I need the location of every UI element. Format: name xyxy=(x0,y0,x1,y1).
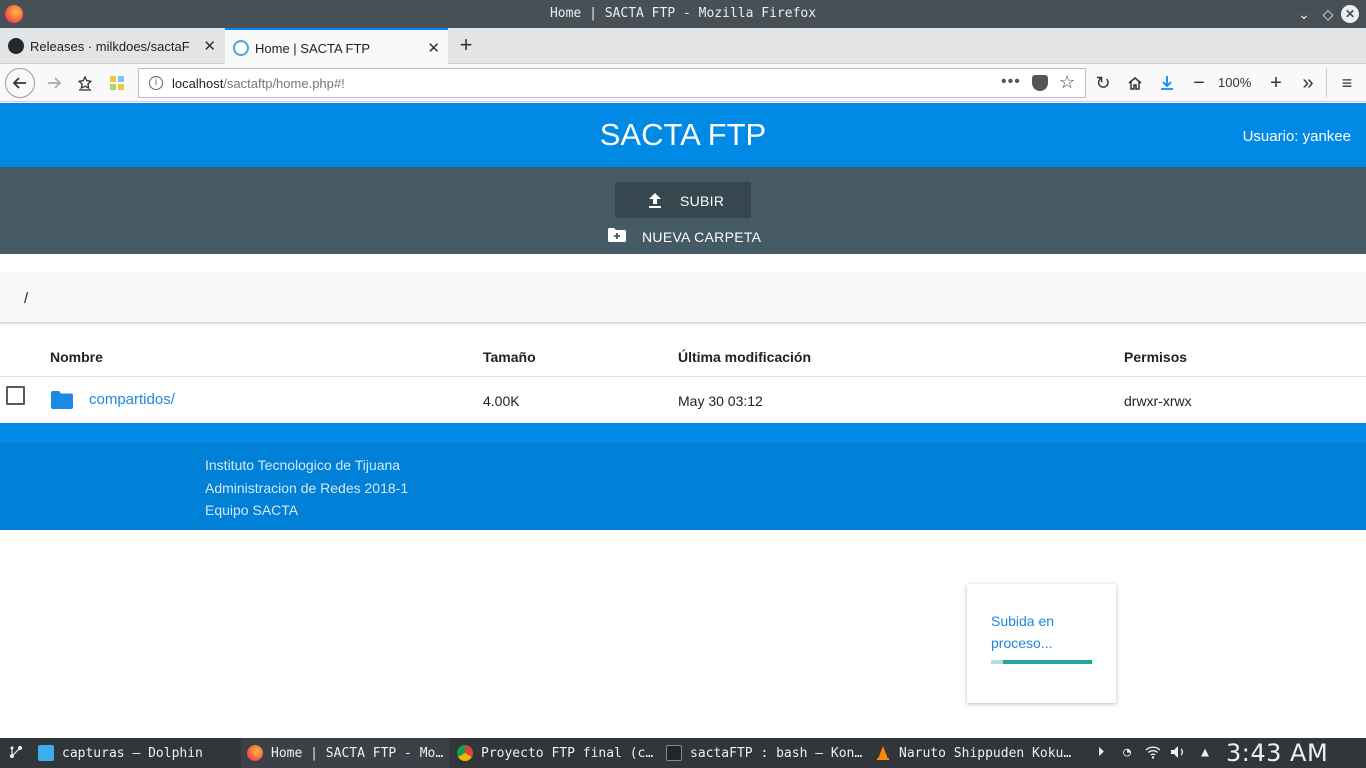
footer-line: Instituto Tecnologico de Tijuana xyxy=(205,457,401,473)
toolbar-divider xyxy=(1326,68,1327,98)
upload-icon xyxy=(649,193,661,208)
tab-home[interactable]: Home | SACTA FTP ✕ xyxy=(225,28,448,64)
cell-permissions: drwxr-xrwx xyxy=(1124,393,1192,409)
cell-size: 4.00K xyxy=(483,393,520,409)
wifi-icon[interactable] xyxy=(1145,745,1161,761)
new-tab-icon[interactable]: + xyxy=(452,31,480,59)
window-titlebar: Home | SACTA FTP - Mozilla Firefox ⌄ ◇ ✕ xyxy=(0,0,1366,28)
table-divider xyxy=(0,376,1366,377)
reload-icon[interactable]: ↻ xyxy=(1089,69,1117,97)
volume-icon[interactable] xyxy=(1170,745,1186,761)
user-label: Usuario: yankee xyxy=(1242,128,1351,145)
new-folder-icon xyxy=(608,228,626,242)
footer-line: Equipo SACTA xyxy=(205,502,299,518)
system-monitor-icon[interactable]: ◔ xyxy=(1119,745,1135,761)
url-bar[interactable]: i localhost/sactaftp/home.php#! ••• ☆ xyxy=(138,68,1086,98)
footer-strip xyxy=(0,423,1366,443)
folder-icon xyxy=(51,391,73,409)
page-actions-icon[interactable]: ••• xyxy=(1001,73,1021,91)
footer-line: Administracion de Redes 2018-1 xyxy=(205,480,409,496)
breadcrumb-root[interactable]: / xyxy=(24,290,28,307)
progress-fill xyxy=(1003,660,1092,664)
info-icon[interactable]: i xyxy=(149,76,163,90)
chrome-icon xyxy=(457,745,473,761)
task-label: Proyecto FTP final (c… xyxy=(481,746,654,761)
media-player-icon[interactable]: ⏵ xyxy=(1093,745,1109,761)
column-header-modified[interactable]: Última modificación xyxy=(678,349,811,365)
tab-label: Home | SACTA FTP xyxy=(255,41,371,56)
clock[interactable]: 3:43 AM xyxy=(1226,739,1328,767)
app-brand[interactable]: SACTA FTP xyxy=(0,117,1366,153)
nav-bar: i localhost/sactaftp/home.php#! ••• ☆ ↻ … xyxy=(0,64,1366,102)
column-header-size[interactable]: Tamaño xyxy=(483,349,536,365)
row-checkbox[interactable] xyxy=(6,386,25,405)
minimize-icon[interactable]: ⌄ xyxy=(1294,4,1314,24)
cell-modified: May 30 03:12 xyxy=(678,393,763,409)
task-dolphin[interactable]: capturas — Dolphin xyxy=(32,738,237,768)
task-label: Naruto Shippuden Koku… xyxy=(899,746,1072,761)
hamburger-menu-icon[interactable]: ≡ xyxy=(1333,69,1361,97)
folder-icon xyxy=(38,745,54,761)
app-header: SACTA FTP Usuario: yankee xyxy=(0,103,1366,167)
window-title: Home | SACTA FTP - Mozilla Firefox xyxy=(549,6,817,21)
footer: Instituto Tecnologico de Tijuana Adminis… xyxy=(0,443,1366,530)
extension-icon[interactable] xyxy=(103,69,131,97)
home-icon[interactable] xyxy=(1121,69,1149,97)
firefox-icon xyxy=(247,745,263,761)
folder-link[interactable]: compartidos/ xyxy=(89,391,175,408)
tray-expand-icon[interactable]: ▲ xyxy=(1197,745,1213,761)
action-toolbar: SUBIR NUEVA CARPETA xyxy=(0,167,1366,254)
task-konsole[interactable]: sactaFTP : bash — Kon… xyxy=(660,738,866,768)
app-launcher-icon[interactable] xyxy=(8,745,24,761)
upload-label: SUBIR xyxy=(680,193,725,209)
column-header-name[interactable]: Nombre xyxy=(50,349,103,365)
tab-strip: Releases · milkdoes/sactaFT ✕ Home | SAC… xyxy=(0,28,1366,64)
close-window-icon[interactable]: ✕ xyxy=(1341,5,1359,23)
close-tab-icon[interactable]: ✕ xyxy=(203,37,216,55)
forward-icon[interactable] xyxy=(40,69,68,97)
task-vlc[interactable]: Naruto Shippuden Koku… xyxy=(869,738,1077,768)
vlc-icon xyxy=(877,746,889,760)
github-icon xyxy=(8,38,24,54)
zoom-out-icon[interactable]: − xyxy=(1185,69,1213,97)
upload-button[interactable]: SUBIR xyxy=(615,182,751,218)
task-chrome[interactable]: Proyecto FTP final (c… xyxy=(451,738,659,768)
tab-label: Releases · milkdoes/sactaFT xyxy=(30,39,190,54)
column-header-permissions[interactable]: Permisos xyxy=(1124,349,1187,365)
bookmark-star-icon[interactable]: ☆ xyxy=(1059,72,1075,93)
new-folder-button[interactable]: NUEVA CARPETA xyxy=(605,224,775,248)
zoom-level[interactable]: 100% xyxy=(1218,75,1251,90)
back-icon[interactable] xyxy=(5,68,35,98)
task-label: sactaFTP : bash — Kon… xyxy=(690,746,863,761)
tab-releases[interactable]: Releases · milkdoes/sactaFT ✕ xyxy=(0,28,224,64)
downloads-icon[interactable] xyxy=(1153,69,1181,97)
toast-message: Subida en proceso... xyxy=(991,613,1055,651)
upload-progress-toast: Subida en proceso... xyxy=(967,584,1116,703)
zoom-in-icon[interactable]: + xyxy=(1262,69,1290,97)
pocket-icon[interactable] xyxy=(1032,75,1048,91)
sacta-favicon-icon xyxy=(233,40,249,56)
overflow-menu-icon[interactable]: » xyxy=(1294,69,1322,97)
close-tab-icon[interactable]: ✕ xyxy=(427,39,440,57)
taskbar: capturas — Dolphin Home | SACTA FTP - Mo… xyxy=(0,738,1366,768)
task-label: capturas — Dolphin xyxy=(62,746,203,761)
terminal-icon xyxy=(666,745,682,761)
task-firefox[interactable]: Home | SACTA FTP - Mo… xyxy=(241,738,449,768)
breadcrumb: / xyxy=(0,273,1366,323)
new-folder-label: NUEVA CARPETA xyxy=(642,229,762,245)
progress-track xyxy=(991,660,1092,664)
url-text[interactable]: localhost/sactaftp/home.php#! xyxy=(172,76,345,91)
task-label: Home | SACTA FTP - Mo… xyxy=(271,746,444,761)
maximize-icon[interactable]: ◇ xyxy=(1318,4,1338,24)
bookmarks-library-icon[interactable] xyxy=(71,69,99,97)
